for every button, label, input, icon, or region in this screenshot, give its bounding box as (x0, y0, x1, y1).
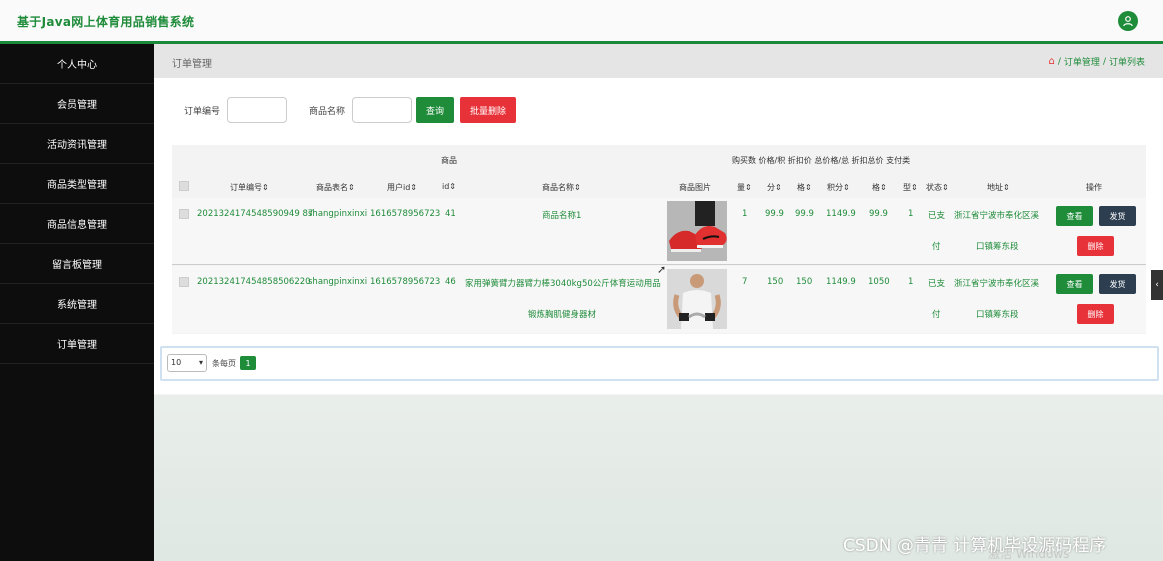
status-cont: 付 (932, 242, 941, 252)
sidebar-item-orders[interactable]: 订单管理 (0, 324, 154, 364)
col-status[interactable]: 状态⇕ (926, 182, 949, 193)
status: 已支 (928, 279, 946, 289)
chevron-down-icon: ▾ (198, 358, 203, 367)
col-user-id[interactable]: 用户id⇕ (387, 182, 417, 193)
sidebar-item-products[interactable]: 商品信息管理 (0, 204, 154, 244)
col-discount[interactable]: 格⇕ (797, 182, 812, 193)
sidebar-item-product-types[interactable]: 商品类型管理 (0, 164, 154, 204)
pagination: 10 ▾ 条每页 1 (160, 346, 1159, 381)
query-button[interactable]: 查询 (416, 97, 455, 123)
col-product-image: 商品图片 (679, 183, 711, 192)
group-header-product: 商品 (441, 156, 457, 165)
qty: 7 (742, 277, 748, 287)
row-checkbox[interactable] (179, 209, 189, 219)
group-header-prices: 购买数 价格/积 折扣价 总价格/总 折扣总价 支付类 (732, 156, 911, 165)
sidebar-item-profile[interactable]: 个人中心 (0, 44, 154, 84)
status: 已支 (928, 211, 946, 221)
select-all-checkbox[interactable] (179, 181, 189, 191)
sidebar: 个人中心 会员管理 活动资讯管理 商品类型管理 商品信息管理 留言板管理 系统管… (0, 44, 154, 561)
table-name: shangpinxinxi (308, 277, 368, 287)
order-no-input[interactable] (227, 97, 288, 123)
col-address[interactable]: 地址⇕ (987, 182, 1010, 193)
sidebar-item-news[interactable]: 活动资讯管理 (0, 124, 154, 164)
col-price[interactable]: 分⇕ (767, 182, 782, 193)
breadcrumb-sep: / (1057, 56, 1061, 67)
delete-button[interactable]: 删除 (1077, 304, 1114, 324)
breadcrumb-orders[interactable]: 订单管理 (1064, 55, 1100, 68)
product-name-label: 商品名称 (309, 106, 346, 117)
main-content: 订单管理 ⌂ / 订单管理 / 订单列表 订单编号 商品名称 查询 批量删除 商… (154, 44, 1163, 561)
status-cont: 付 (932, 310, 941, 320)
table-row: 202132417454858506220 shangpinxinxi 1616… (172, 266, 1146, 333)
search-row: 订单编号 商品名称 查询 批量删除 (184, 96, 517, 124)
user-id: 1616578956723 (370, 277, 441, 287)
address: 浙江省宁波市奉化区溪 (954, 211, 1040, 221)
order-no-label: 订单编号 (184, 106, 221, 117)
per-page-label: 条每页 (212, 359, 236, 368)
discount: 99.9 (795, 209, 814, 219)
id: 46 (445, 277, 456, 287)
ship-button[interactable]: 发货 (1099, 274, 1136, 294)
price: 150 (767, 277, 784, 287)
col-order-no[interactable]: 订单编号⇕ (230, 182, 269, 193)
page-size-value: 10 (171, 358, 182, 367)
page-number-current[interactable]: 1 (240, 356, 256, 370)
chevron-left-icon[interactable]: ‹ (1151, 270, 1163, 300)
col-table-name[interactable]: 商品表名⇕ (316, 182, 355, 193)
cursor-icon: ➚ (657, 263, 667, 276)
product-image (667, 269, 727, 329)
address: 浙江省宁波市奉化区溪 (954, 279, 1040, 289)
order-no: 2021324174548590949 87 (197, 209, 314, 219)
page-size-select[interactable]: 10 ▾ (167, 354, 207, 372)
address-cont: 口镇筹东段 (976, 242, 1019, 252)
top-bar: 基于Java网上体育用品销售系统 (0, 0, 1163, 44)
crumb-bar: 订单管理 ⌂ / 订单管理 / 订单列表 (154, 44, 1163, 78)
view-button[interactable]: 查看 (1056, 206, 1093, 226)
discount-total: 1050 (868, 277, 890, 287)
col-id[interactable]: id⇕ (442, 182, 456, 191)
address-cont: 口镇筹东段 (976, 310, 1019, 320)
product-name: 商品名称1 (542, 211, 582, 221)
user-icon[interactable] (1118, 11, 1138, 31)
breadcrumb: ⌂ / 订单管理 / 订单列表 (1049, 55, 1145, 68)
table-name: shangpinxinxi (308, 209, 368, 219)
row-checkbox[interactable] (179, 277, 189, 287)
col-qty[interactable]: 量⇕ (737, 182, 752, 193)
qty: 1 (742, 209, 748, 219)
col-actions: 操作 (1086, 183, 1102, 192)
discount: 150 (796, 277, 813, 287)
table-row: 2021324174548590949 87 shangpinxinxi 161… (172, 198, 1146, 265)
watermark: CSDN @青青 计算机毕设源码程序 (843, 536, 1107, 556)
product-name: 家用弹簧臂力器臂力棒3040kg50公斤体育运动用品 (465, 279, 661, 289)
total: 1149.9 (826, 209, 856, 219)
order-no: 202132417454858506220 (197, 277, 311, 287)
batch-delete-button[interactable]: 批量删除 (460, 97, 517, 123)
delete-button[interactable]: 删除 (1077, 236, 1114, 256)
product-image (667, 201, 727, 261)
orders-table: 商品 购买数 价格/积 折扣价 总价格/总 折扣总价 支付类 订单编号⇕ 商品表… (172, 145, 1146, 334)
discount-total: 99.9 (869, 209, 888, 219)
view-button[interactable]: 查看 (1056, 274, 1093, 294)
id: 41 (445, 209, 456, 219)
breadcrumb-order-list: 订单列表 (1108, 58, 1145, 68)
product-name-input[interactable] (352, 97, 413, 123)
col-total[interactable]: 积分⇕ (827, 182, 850, 193)
sidebar-item-members[interactable]: 会员管理 (0, 84, 154, 124)
pay-type: 1 (908, 277, 914, 287)
col-product-name[interactable]: 商品名称⇕ (542, 182, 581, 193)
total: 1149.9 (826, 277, 856, 287)
sidebar-item-system[interactable]: 系统管理 (0, 284, 154, 324)
col-pay-type[interactable]: 型⇕ (903, 182, 918, 193)
col-discount-total[interactable]: 格⇕ (872, 182, 887, 193)
sidebar-item-messages[interactable]: 留言板管理 (0, 244, 154, 284)
product-name-cont: 锻炼胸肌健身器材 (528, 310, 597, 320)
price: 99.9 (765, 209, 784, 219)
breadcrumb-sep: / (1102, 56, 1106, 67)
ship-button[interactable]: 发货 (1099, 206, 1136, 226)
pay-type: 1 (908, 209, 914, 219)
user-id: 1616578956723 (370, 209, 441, 219)
page-title: 订单管理 (172, 59, 212, 70)
home-icon[interactable]: ⌂ (1049, 56, 1055, 67)
app-title: 基于Java网上体育用品销售系统 (17, 15, 195, 29)
